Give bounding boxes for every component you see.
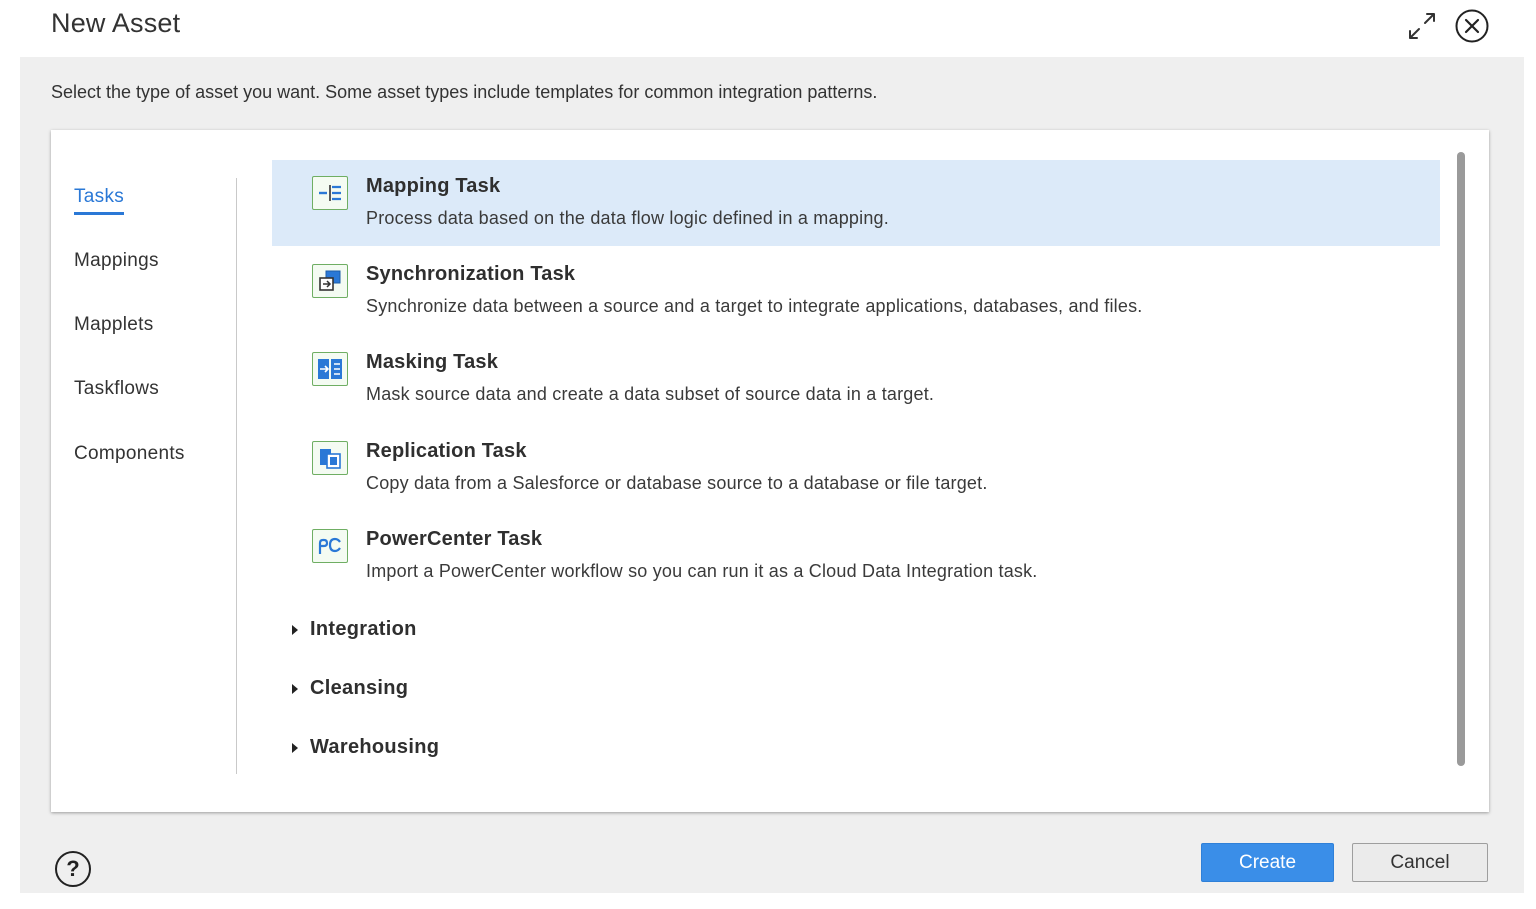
caret-right-icon: [292, 683, 298, 694]
category-mappings[interactable]: Mappings: [74, 250, 159, 272]
cancel-button[interactable]: Cancel: [1352, 843, 1488, 882]
asset-mapping-task[interactable]: Mapping Task Process data based on the d…: [272, 160, 1440, 246]
powercenter-task-icon: [312, 529, 348, 563]
asset-name: Synchronization Task: [366, 263, 576, 285]
create-button[interactable]: Create: [1201, 843, 1334, 882]
masking-task-icon: [312, 352, 348, 386]
asset-type-panel: Tasks Mappings Mapplets Taskflows Compon…: [51, 130, 1489, 812]
group-integration[interactable]: Integration: [292, 618, 417, 641]
asset-replication-task[interactable]: Replication Task Copy data from a Salesf…: [272, 425, 1440, 511]
question-circle-icon[interactable]: ?: [55, 851, 91, 887]
group-cleansing[interactable]: Cleansing: [292, 677, 408, 700]
asset-description: Process data based on the data flow logi…: [366, 208, 889, 228]
asset-description: Synchronize data between a source and a …: [366, 296, 1143, 316]
synchronization-task-icon: [312, 264, 348, 298]
group-label: Integration: [310, 618, 417, 640]
asset-name: PowerCenter Task: [366, 528, 543, 550]
asset-description: Mask source data and create a data subse…: [366, 384, 935, 404]
vertical-scrollbar[interactable]: [1457, 152, 1465, 766]
expand-arrows-icon[interactable]: [1404, 8, 1440, 44]
group-warehousing[interactable]: Warehousing: [292, 736, 439, 759]
asset-name: Replication Task: [366, 440, 527, 462]
asset-powercenter-task[interactable]: PowerCenter Task Import a PowerCenter wo…: [272, 513, 1440, 599]
asset-name: Masking Task: [366, 351, 499, 373]
category-components[interactable]: Components: [74, 443, 185, 465]
category-taskflows[interactable]: Taskflows: [74, 378, 159, 400]
category-mapplets[interactable]: Mapplets: [74, 314, 154, 336]
instructions-text: Select the type of asset you want. Some …: [51, 82, 878, 102]
asset-description: Import a PowerCenter workflow so you can…: [366, 561, 1038, 581]
title-actions: [1404, 8, 1490, 44]
asset-description: Copy data from a Salesforce or database …: [366, 473, 988, 493]
asset-name: Mapping Task: [366, 175, 501, 197]
dialog-body: Select the type of asset you want. Some …: [20, 57, 1524, 893]
caret-right-icon: [292, 624, 298, 635]
close-circle-icon[interactable]: [1454, 8, 1490, 44]
category-tasks[interactable]: Tasks: [74, 186, 125, 215]
asset-synchronization-task[interactable]: Synchronization Task Synchronize data be…: [272, 248, 1440, 334]
asset-masking-task[interactable]: Masking Task Mask source data and create…: [272, 336, 1440, 422]
group-label: Cleansing: [310, 677, 409, 699]
nav-divider: [236, 178, 237, 774]
replication-task-icon: [312, 441, 348, 475]
caret-right-icon: [292, 742, 298, 753]
group-label: Warehousing: [310, 736, 440, 758]
category-nav: Tasks Mappings Mapplets Taskflows Compon…: [51, 130, 237, 812]
mapping-task-icon: [312, 176, 348, 210]
dialog-title: New Asset: [51, 8, 181, 38]
